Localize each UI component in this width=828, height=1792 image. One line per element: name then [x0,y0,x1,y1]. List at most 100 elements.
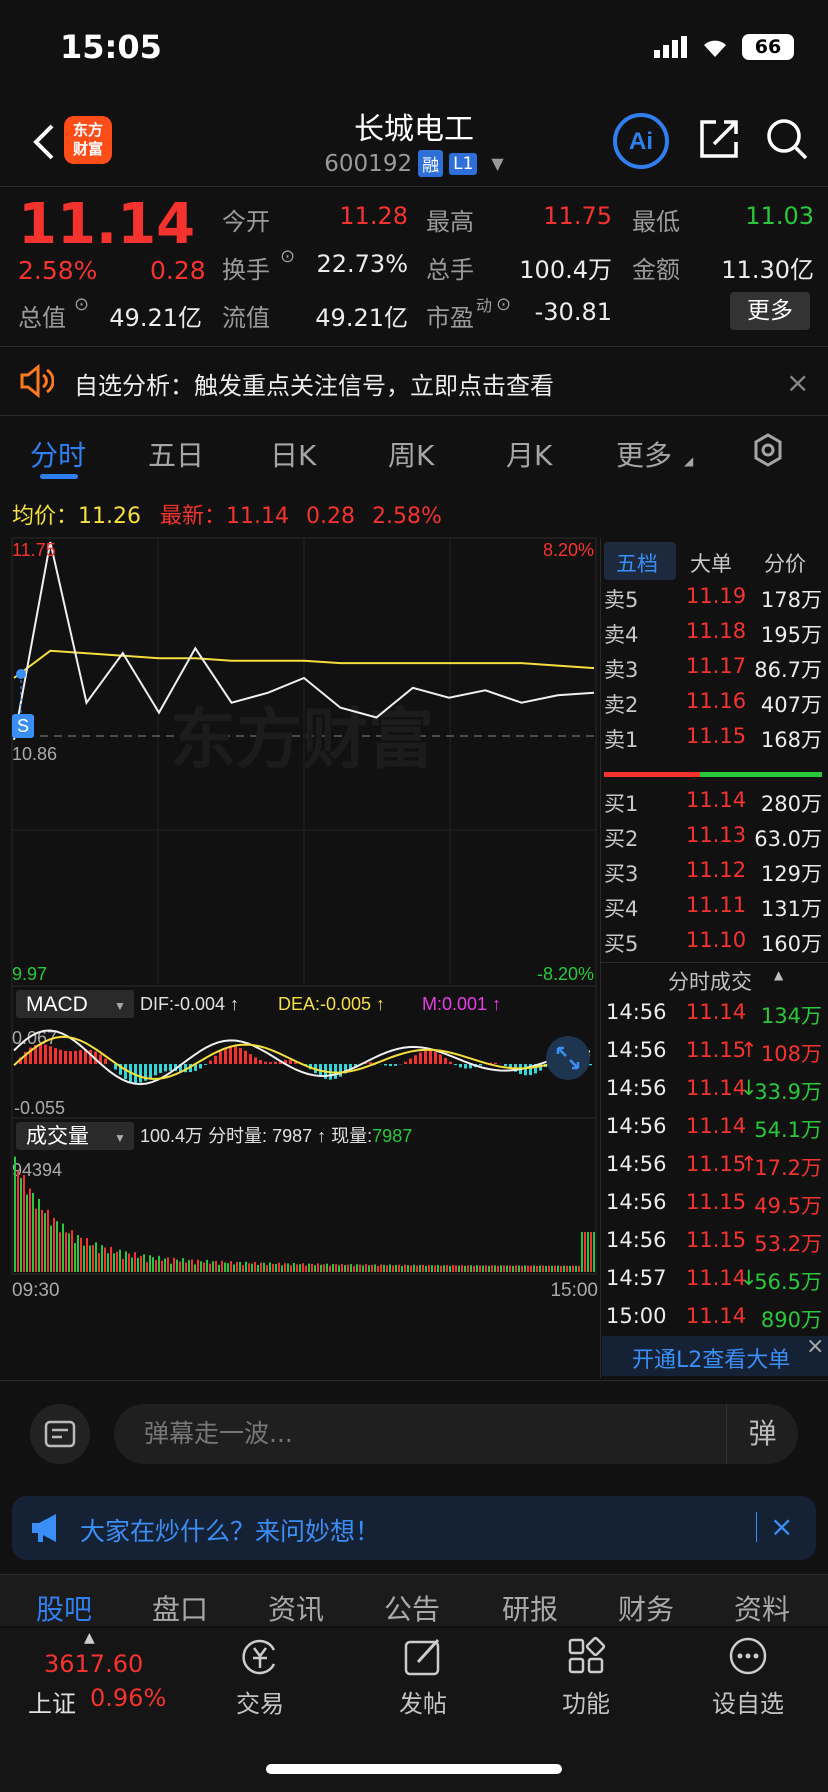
volume-bar [581,1232,583,1272]
nav-functions[interactable]: 功能 [526,1684,646,1719]
tab-five-day[interactable]: 五日 [148,434,204,474]
volume-bar [533,1265,535,1272]
per-volume-value: 7987 ↑ [272,1126,326,1146]
more-icon[interactable] [728,1636,768,1676]
tab-orderbook[interactable]: 盘口 [152,1588,208,1628]
ai-assistant-icon[interactable]: Ai [612,112,670,170]
macd-bar [89,1050,92,1064]
back-icon[interactable] [24,118,64,166]
volume-bar [566,1265,568,1272]
home-indicator [266,1764,562,1774]
volume-bar [200,1261,202,1272]
x-axis-start: 09:30 [12,1280,60,1301]
tab-announcements[interactable]: 公告 [384,1588,440,1628]
tab-research[interactable]: 研报 [502,1588,558,1628]
tab-price-distribution[interactable]: 分价 [764,548,806,578]
pe-value: -30.81 [534,298,612,326]
volume-bar [434,1265,436,1272]
volume-bar [50,1225,52,1272]
dea-label: DEA: [278,994,320,1014]
volume-bar [413,1264,415,1272]
volume-bar [173,1257,175,1272]
macd-bar [264,1061,267,1064]
tick-volume: 33.9万 [754,1080,822,1104]
volume-bar [377,1265,379,1272]
danmu-send-button[interactable]: 弹 [726,1404,798,1464]
margin-tag: 融 [418,150,444,177]
volume-bar [212,1261,214,1272]
tick-volume: 17.2万 [754,1156,822,1180]
compose-icon[interactable] [402,1636,444,1678]
volume-bar [575,1265,577,1272]
volume-bar [155,1260,157,1272]
index-value[interactable]: 3617.60 [44,1650,143,1678]
divider [600,962,828,963]
expand-icon[interactable] [546,1036,590,1080]
search-icon[interactable] [764,116,810,162]
volume-bar [500,1265,502,1272]
info-icon[interactable]: ⊙ [280,246,295,267]
ask-label: 卖2 [604,693,639,717]
grid-icon[interactable] [566,1636,606,1676]
watermark: 东方财富 [170,701,434,778]
share-icon[interactable] [696,116,742,162]
index-percent[interactable]: 0.96% [90,1684,166,1712]
macd-bar [479,1064,482,1066]
macd-bar [439,1054,442,1064]
tick-volume: 890万 [760,1308,822,1332]
macd-bar [49,1046,52,1064]
tab-news[interactable]: 资讯 [268,1588,324,1628]
volume-bar [491,1265,493,1272]
volume-bar [353,1265,355,1272]
ask-volume: 168万 [760,728,822,752]
index-name[interactable]: 上证 [28,1684,76,1719]
macd-bar [69,1051,72,1064]
volume-bar [404,1264,406,1272]
tab-more[interactable]: 更多 [616,434,672,474]
macd-bar [74,1050,77,1064]
tab-weekly-k[interactable]: 周K [388,434,434,474]
volume-bar [101,1245,103,1272]
volume-bar [497,1265,499,1272]
volume-bars [14,1156,595,1272]
tab-five-levels[interactable]: 五档 [616,548,658,578]
nav-trade[interactable]: 交易 [200,1684,320,1719]
macd-bar [524,1064,527,1076]
volume-bar [407,1265,409,1272]
macd-bar [104,1058,107,1064]
macd-bar [124,1064,127,1080]
macd-bar [459,1064,462,1068]
volume-bar [248,1263,250,1272]
nav-post[interactable]: 发帖 [363,1684,483,1719]
caret-icon: ◢ [684,454,694,468]
close-icon[interactable]: × [806,1334,824,1359]
nav-add-watchlist[interactable]: 设自选 [688,1684,808,1719]
tab-forum[interactable]: 股吧 [36,1588,92,1628]
volume-bar [95,1242,97,1272]
tab-intraday[interactable]: 分时 [30,434,86,474]
more-button[interactable]: 更多 [730,292,810,330]
close-icon[interactable]: × [770,1510,793,1543]
intraday-chart[interactable]: 东方财富 S 11.75 10.86 9.97 8.20% -8.20% MAC… [0,534,600,1382]
macd-bar [339,1064,342,1077]
tab-big-orders[interactable]: 大单 [690,548,732,578]
tab-daily-k[interactable]: 日K [270,434,316,474]
close-icon[interactable]: × [786,366,809,399]
info-icon[interactable]: ⊙ [74,294,89,315]
volume-bar [515,1265,517,1272]
macd-bar [274,1061,277,1064]
macd-histogram [19,1044,592,1084]
danmu-toggle-icon[interactable] [30,1404,90,1464]
tab-financials[interactable]: 财务 [618,1588,674,1628]
danmu-input[interactable]: 弹幕走一波... [114,1404,798,1464]
tab-profile[interactable]: 资料 [734,1588,790,1628]
bid-label: 买4 [604,897,639,921]
open-value: 11.28 [339,202,408,230]
volume-bar [314,1265,316,1272]
macd-bar [444,1058,447,1064]
mktcap-value: 49.21亿 [109,304,202,332]
trade-icon[interactable] [238,1636,282,1678]
tab-monthly-k[interactable]: 月K [506,434,552,474]
volume-bar [425,1265,427,1272]
gear-icon[interactable] [750,432,786,468]
